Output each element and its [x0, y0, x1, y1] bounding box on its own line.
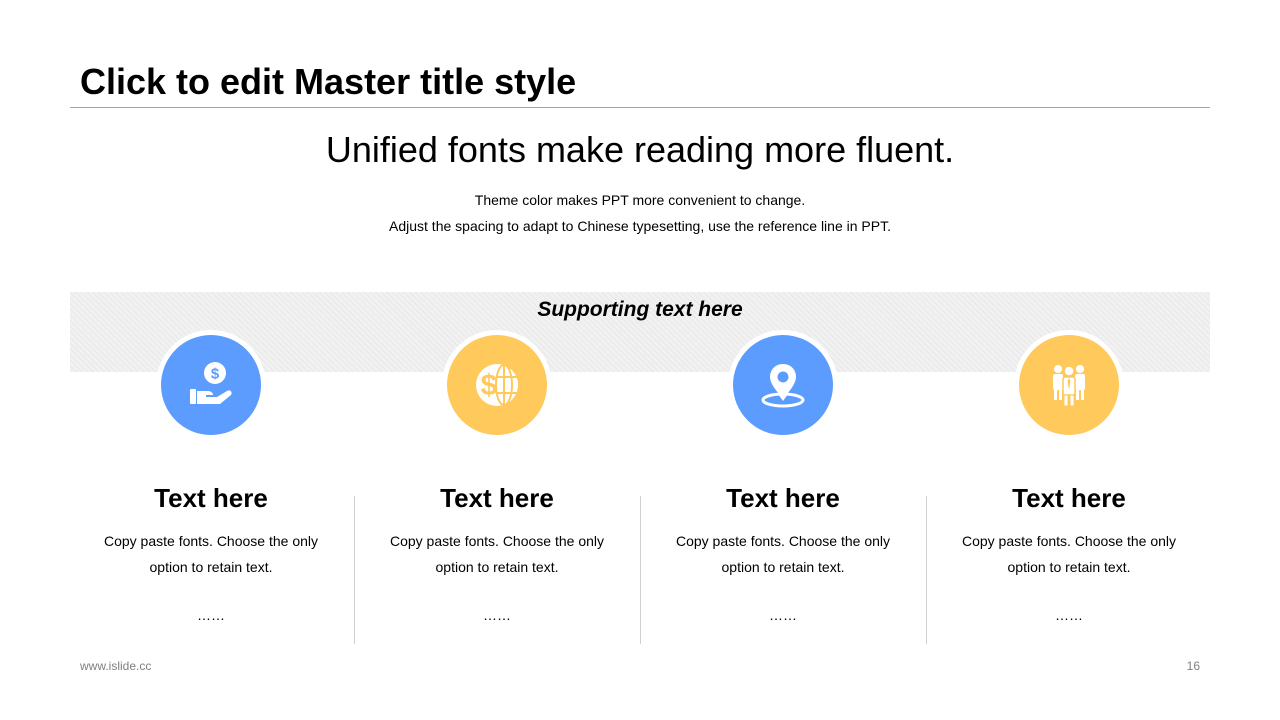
headline: Unified fonts make reading more fluent.: [325, 129, 955, 170]
feature-title: Text here: [726, 483, 840, 513]
title-divider: [70, 107, 1210, 108]
feature-column-1: Text here Copy paste fonts. Choose the o…: [68, 480, 354, 624]
feature-1-icon-circle: $: [161, 335, 261, 435]
hand-dollar-icon: $: [190, 362, 232, 404]
feature-column-4: Text here Copy paste fonts. Choose the o…: [926, 480, 1212, 624]
location-pin-icon: [761, 364, 805, 408]
feature-body: Copy paste fonts. Choose the only option…: [389, 533, 605, 575]
feature-3-icon-circle: [733, 335, 833, 435]
page-number: 16: [1186, 659, 1200, 673]
feature-title: Text here: [1012, 483, 1126, 513]
feature-body: Copy paste fonts. Choose the only option…: [675, 533, 891, 575]
feature-3-icon-ring: [728, 330, 838, 440]
feature-ellipsis: ……: [769, 607, 797, 623]
globe-dollar-icon: $: [476, 364, 518, 406]
feature-ellipsis: ……: [1055, 607, 1083, 623]
team-icon: [1053, 365, 1085, 407]
feature-column-2: Text here Copy paste fonts. Choose the o…: [354, 480, 640, 624]
feature-4-icon-circle: [1019, 335, 1119, 435]
feature-body: Copy paste fonts. Choose the only option…: [103, 533, 319, 575]
feature-body: Copy paste fonts. Choose the only option…: [961, 533, 1177, 575]
footer-url[interactable]: www.islide.cc: [80, 658, 151, 674]
feature-1-icon-ring: $: [156, 330, 266, 440]
supporting-text: Supporting text here: [537, 298, 743, 321]
feature-column-3: Text here Copy paste fonts. Choose the o…: [640, 480, 926, 624]
feature-title: Text here: [154, 483, 268, 513]
svg-text:$: $: [211, 366, 220, 383]
feature-ellipsis: ……: [197, 607, 225, 623]
feature-2-icon-ring: $: [442, 330, 552, 440]
svg-text:$: $: [481, 369, 498, 402]
subtitle-line-1: Theme color makes PPT more convenient to…: [474, 192, 806, 208]
feature-2-icon-circle: $: [447, 335, 547, 435]
feature-ellipsis: ……: [483, 607, 511, 623]
feature-4-icon-ring: [1014, 330, 1124, 440]
feature-title: Text here: [440, 483, 554, 513]
master-title: Click to edit Master title style: [80, 61, 577, 102]
subtitle-line-2: Adjust the spacing to adapt to Chinese t…: [389, 218, 891, 234]
